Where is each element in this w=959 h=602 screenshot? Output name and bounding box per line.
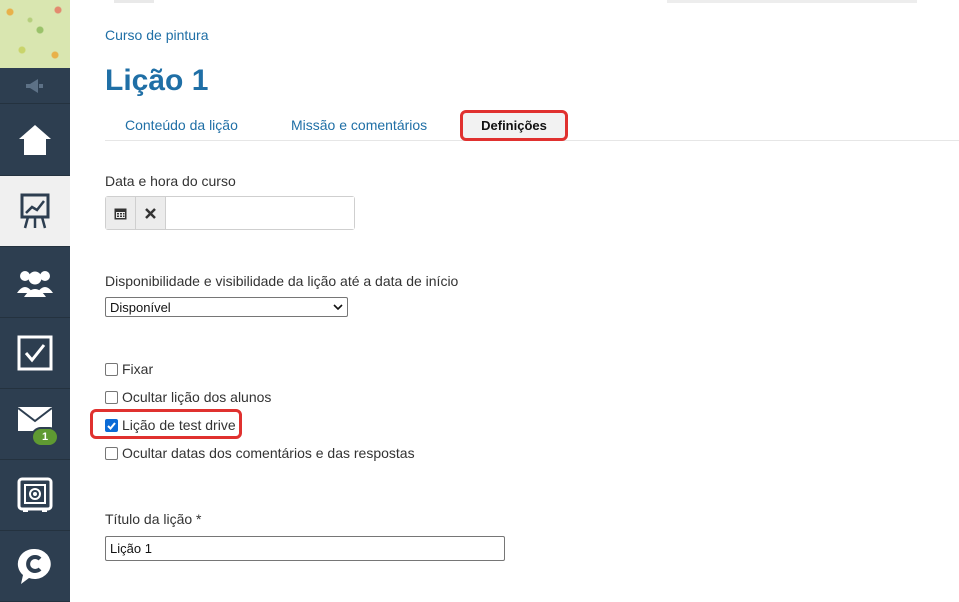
lesson-title-label: Título da lição * <box>105 511 202 527</box>
hide-lesson-label: Ocultar lição dos alunos <box>122 389 272 405</box>
presentation-chart-icon <box>20 193 50 229</box>
page-title: Lição 1 <box>105 64 209 97</box>
sidebar-item-chat[interactable] <box>0 531 70 602</box>
pin-checkbox[interactable] <box>105 362 118 376</box>
sidebar-item-groups[interactable] <box>0 247 70 318</box>
megaphone-icon <box>26 78 43 93</box>
breadcrumb[interactable]: Curso de pintura <box>105 27 209 43</box>
test-drive-label: Lição de test drive <box>122 417 236 433</box>
hide-dates-label: Ocultar datas dos comentários e das resp… <box>122 445 415 461</box>
sidebar: 1 <box>0 0 70 602</box>
checkbox-row-pin[interactable]: Fixar <box>105 361 153 377</box>
date-input[interactable] <box>166 197 354 229</box>
lesson-title-input[interactable] <box>105 536 505 561</box>
tab-mission-comments[interactable]: Missão e comentários <box>291 117 427 133</box>
date-label: Data e hora do curso <box>105 173 236 189</box>
sidebar-item-courses[interactable] <box>0 176 70 247</box>
top-search-fragment[interactable] <box>667 0 917 3</box>
chevron-down-icon <box>329 302 347 313</box>
date-picker <box>105 196 355 230</box>
tab-bar: Conteúdo da lição Missão e comentários D… <box>105 106 959 141</box>
checkbox-row-test-drive[interactable]: Lição de test drive <box>105 417 236 433</box>
calendar-icon <box>114 208 127 219</box>
hide-dates-checkbox[interactable] <box>105 446 118 460</box>
availability-selected-value: Disponível <box>110 299 171 315</box>
availability-select[interactable]: Disponível <box>105 297 348 317</box>
top-logo-fragment <box>114 0 154 3</box>
sidebar-item-messages[interactable]: 1 <box>0 389 70 460</box>
checkmark-icon <box>107 421 116 430</box>
sidebar-item-safe[interactable] <box>0 460 70 531</box>
test-drive-checkbox[interactable] <box>105 418 118 432</box>
hide-lesson-checkbox[interactable] <box>105 390 118 404</box>
checkbox-icon <box>17 335 53 371</box>
checkbox-row-hide-dates[interactable]: Ocultar datas dos comentários e das resp… <box>105 445 415 461</box>
home-icon <box>19 125 51 155</box>
users-icon <box>17 271 53 297</box>
announcement-toggle[interactable] <box>0 68 70 104</box>
clear-date-button[interactable] <box>136 197 166 229</box>
checkbox-row-hide-lesson[interactable]: Ocultar lição dos alunos <box>105 389 271 405</box>
sidebar-item-home[interactable] <box>0 105 70 176</box>
safe-icon <box>17 477 53 512</box>
calendar-button[interactable] <box>106 197 136 229</box>
unread-badge: 1 <box>31 427 59 447</box>
sidebar-item-tasks[interactable] <box>0 318 70 389</box>
availability-label: Disponibilidade e visibilidade da lição … <box>105 273 459 289</box>
chat-c-icon <box>17 548 51 584</box>
tab-lesson-content[interactable]: Conteúdo da lição <box>125 117 238 133</box>
tab-settings[interactable]: Definições <box>460 110 568 141</box>
close-icon <box>145 207 156 219</box>
sidebar-pattern-logo <box>0 0 70 68</box>
pin-label: Fixar <box>122 361 154 377</box>
